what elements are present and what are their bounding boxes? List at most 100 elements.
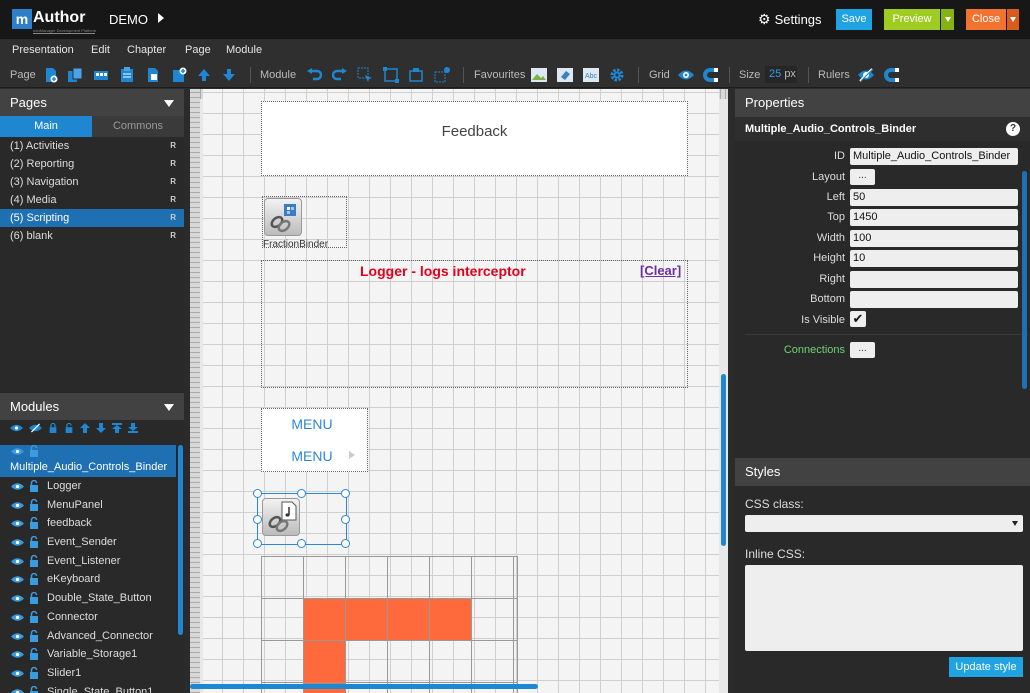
unlock-icon[interactable] (29, 685, 39, 693)
add-page-icon[interactable] (43, 67, 59, 83)
module-item[interactable]: Variable_Storage1 (0, 645, 176, 664)
collapse-icon[interactable] (164, 404, 174, 411)
module-item[interactable]: Connector (0, 608, 176, 627)
unlock-icon[interactable] (29, 648, 39, 661)
select-icon[interactable] (357, 67, 373, 83)
modules-header[interactable]: Modules (0, 393, 184, 420)
tab-main[interactable]: Main (0, 116, 92, 137)
height-field[interactable]: 10 (850, 250, 1018, 267)
top-field[interactable]: 1450 (850, 209, 1018, 226)
module-item[interactable]: Slider1 (0, 664, 176, 683)
add-chapter-icon[interactable] (171, 67, 187, 83)
move-down-icon[interactable] (96, 423, 107, 433)
canvas-horizontal-scrollbar[interactable] (190, 684, 538, 689)
gear-icon[interactable] (609, 67, 625, 83)
connections-button[interactable]: ... (850, 342, 875, 358)
menu-panel-module[interactable]: MENU MENU (261, 408, 368, 472)
eye-icon[interactable] (11, 501, 24, 510)
resize-handle[interactable] (253, 539, 262, 548)
unlock-icon[interactable] (29, 666, 39, 679)
page-surface[interactable]: Feedback FractionBinder Logger - logs in… (203, 89, 719, 693)
paste-page-icon[interactable] (119, 67, 135, 83)
collapse-icon[interactable] (164, 100, 174, 107)
module-item[interactable]: Event_Sender (0, 533, 176, 552)
unlock-icon[interactable] (29, 554, 39, 567)
move-down-icon[interactable] (221, 67, 237, 83)
resize-handle[interactable] (341, 489, 350, 498)
layout-button[interactable]: ... (850, 169, 875, 185)
move-up-icon[interactable] (196, 67, 212, 83)
right-field[interactable] (850, 271, 1018, 288)
bottom-field[interactable] (850, 291, 1018, 308)
logger-module[interactable]: Logger - logs interceptor [Clear] (261, 260, 688, 388)
css-class-select[interactable] (745, 515, 1023, 532)
inline-css-textarea[interactable] (745, 565, 1023, 651)
move-top-icon[interactable] (112, 423, 123, 433)
eye-icon[interactable] (11, 613, 24, 622)
page-item[interactable]: (3) Navigation R (0, 173, 184, 191)
module-item[interactable]: Double_State_Button (0, 589, 176, 608)
eye-icon[interactable] (11, 688, 24, 693)
hide-all-icon[interactable] (29, 423, 43, 433)
eye-icon[interactable] (11, 594, 24, 603)
help-icon[interactable]: ? (1006, 122, 1020, 136)
module-item[interactable]: Advanced_Connector (0, 627, 176, 646)
preview-button[interactable]: Preview (884, 9, 940, 30)
resize-handle[interactable] (341, 539, 350, 548)
module-item-selected[interactable]: Multiple_Audio_Controls_Binder (0, 445, 176, 477)
page-item[interactable]: (1) Activities R (0, 137, 184, 155)
redo-icon[interactable] (332, 67, 348, 83)
unlock-icon[interactable] (29, 480, 39, 492)
resize-handle[interactable] (297, 539, 306, 548)
unlock-all-icon[interactable] (64, 423, 74, 433)
resize-handle[interactable] (253, 489, 262, 498)
eye-icon[interactable] (11, 519, 24, 528)
module-item[interactable]: Logger (0, 477, 176, 496)
panel-divider[interactable] (728, 89, 734, 693)
unlock-icon[interactable] (29, 629, 39, 642)
resize-handle[interactable] (297, 489, 306, 498)
unlock-icon[interactable] (29, 536, 39, 549)
import-page-icon[interactable] (93, 67, 109, 83)
resize-handle[interactable] (341, 515, 350, 524)
fraction-binder-module[interactable]: FractionBinder (262, 196, 347, 250)
magnet-icon[interactable] (884, 67, 900, 83)
id-field[interactable]: Multiple_Audio_Controls_Binder (850, 148, 1018, 165)
distribute-icon[interactable] (434, 67, 450, 83)
unlock-icon[interactable] (29, 610, 39, 623)
properties-scrollbar[interactable] (1022, 171, 1027, 389)
eye-icon[interactable] (11, 538, 24, 547)
show-all-icon[interactable] (10, 423, 23, 433)
menu-edit[interactable]: Edit (91, 44, 110, 56)
module-item[interactable]: feedback (0, 514, 176, 533)
preview-dropdown-button[interactable] (941, 9, 954, 30)
text-icon[interactable]: Abc (583, 67, 599, 83)
menu-chapter[interactable]: Chapter (127, 44, 166, 56)
unlock-icon[interactable] (29, 573, 39, 586)
is-visible-checkbox[interactable]: ✔ (850, 311, 866, 327)
eye-icon[interactable] (678, 67, 694, 83)
menu-module[interactable]: Module (226, 44, 262, 56)
grid-table-module[interactable] (261, 556, 518, 693)
logger-clear-link[interactable]: [Clear] (640, 263, 681, 278)
align-icon[interactable] (408, 67, 424, 83)
left-field[interactable]: 50 (850, 189, 1018, 206)
move-up-icon[interactable] (80, 423, 91, 433)
magnet-icon[interactable] (703, 67, 719, 83)
editor-canvas[interactable]: Feedback FractionBinder Logger - logs in… (190, 89, 728, 693)
tab-commons[interactable]: Commons (92, 116, 184, 137)
play-icon[interactable] (158, 13, 164, 23)
eye-icon[interactable] (11, 557, 24, 566)
duplicate-page-icon[interactable] (67, 67, 83, 83)
menu-page[interactable]: Page (185, 44, 211, 56)
resize-handle[interactable] (253, 515, 262, 524)
module-item[interactable]: Event_Listener (0, 552, 176, 571)
grid-size-input[interactable]: 25 px (765, 66, 797, 83)
module-item[interactable]: Single_State_Button1 (0, 683, 176, 693)
page-settings-icon[interactable] (145, 67, 161, 83)
save-button[interactable]: Save (836, 9, 872, 30)
page-item[interactable]: (2) Reporting R (0, 155, 184, 173)
eye-slash-icon[interactable] (858, 67, 874, 83)
module-item[interactable]: MenuPanel (0, 496, 176, 515)
unlock-icon[interactable] (29, 517, 39, 530)
